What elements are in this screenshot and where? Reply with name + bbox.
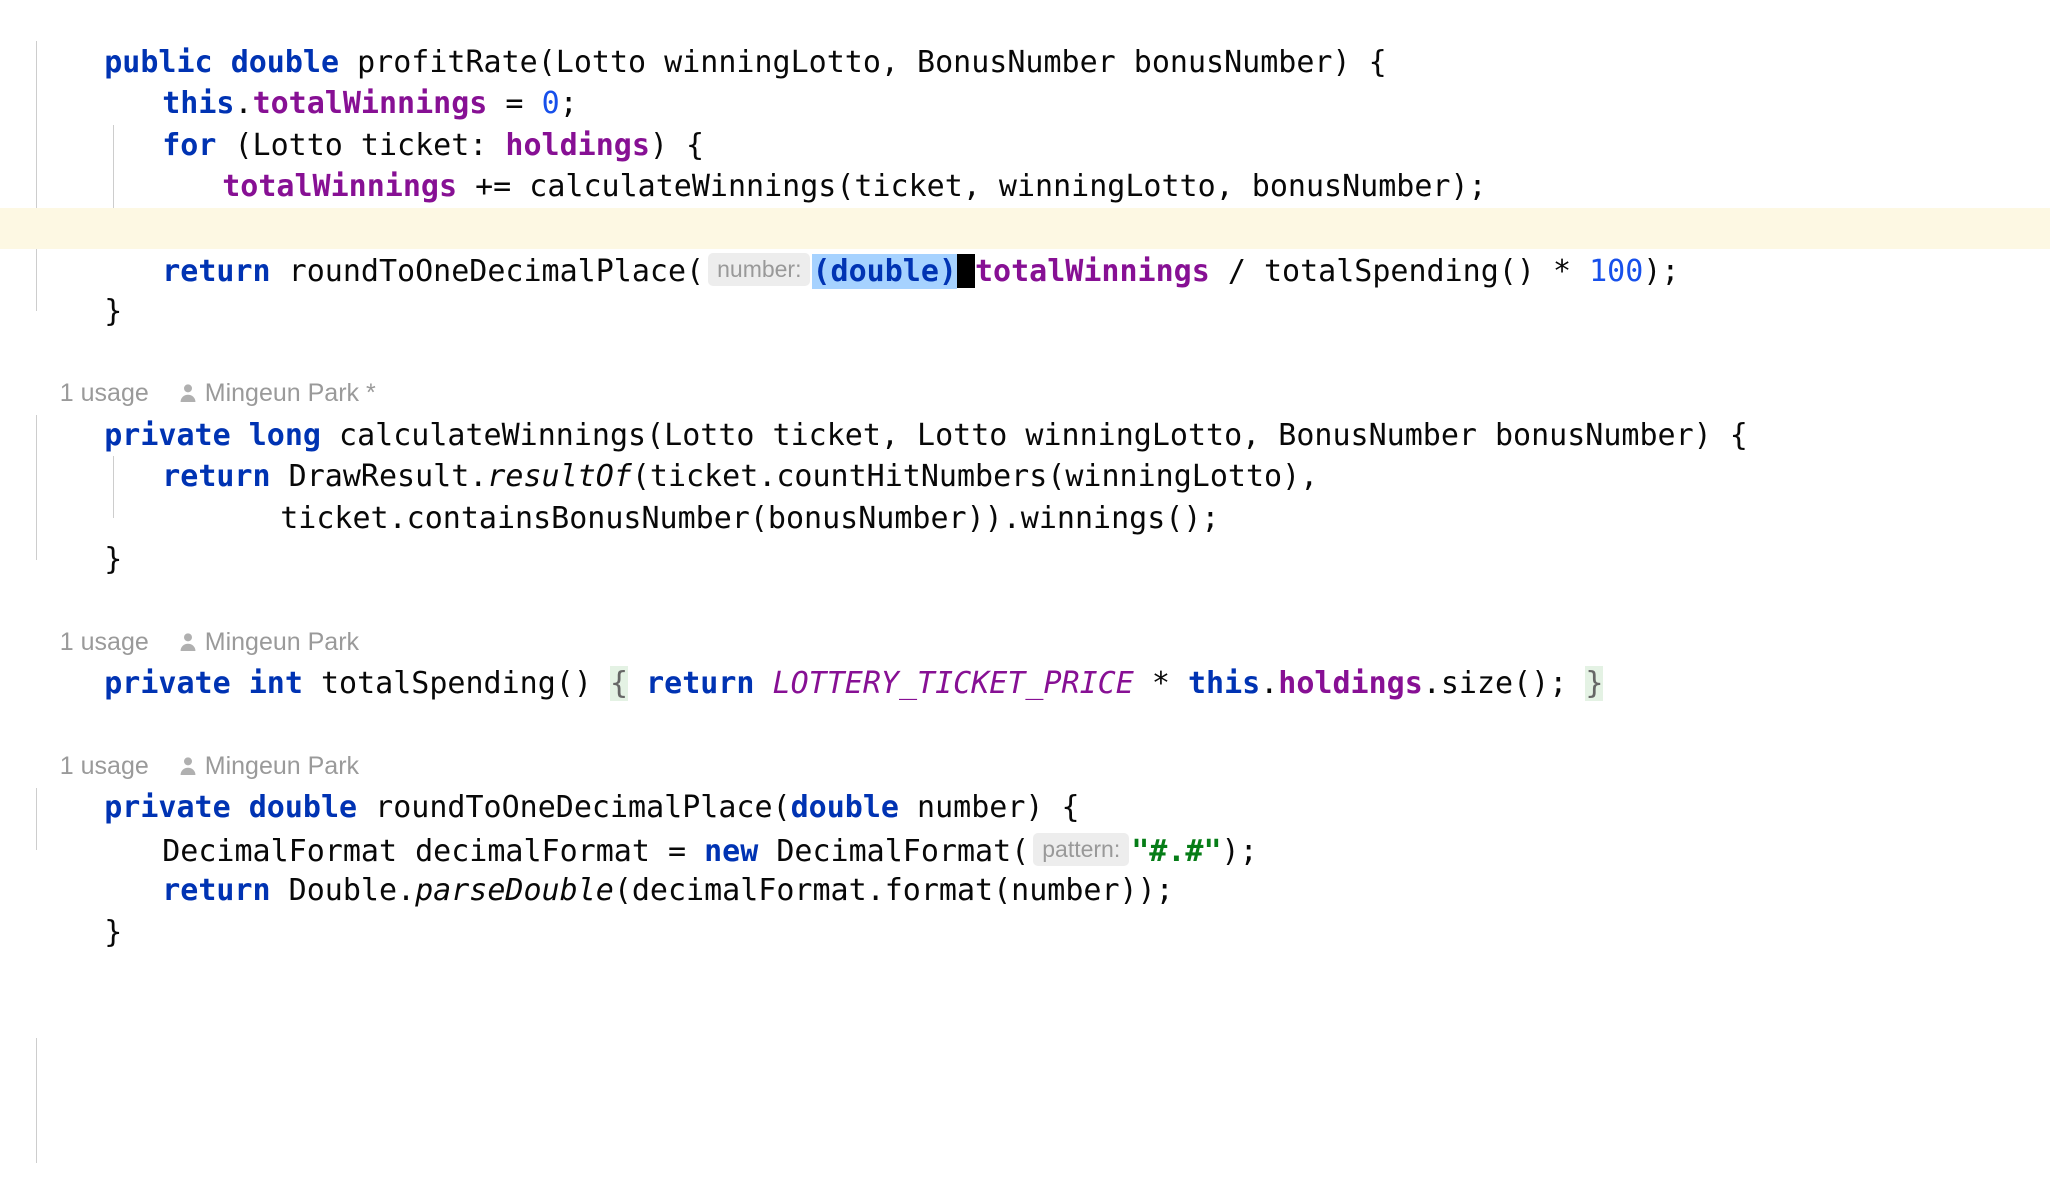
code-vision-calculate-winnings[interactable]: 1 usage Mingeun Park *: [0, 332, 2050, 407]
code-line-for-loop[interactable]: for (Lotto ticket: holdings) {: [0, 83, 2050, 163]
code-line-method-total-spending[interactable]: private int totalSpending() { return LOT…: [0, 622, 2050, 701]
method-name-total-spending: totalSpending(): [302, 666, 610, 701]
keyword-private: private: [104, 666, 231, 701]
closing-brace: }: [104, 914, 123, 950]
keyword-return: return: [646, 666, 755, 701]
code-line-close-for-block[interactable]: }: [0, 166, 2050, 246]
matched-brace-close: }: [1585, 666, 1604, 701]
size-call: .size();: [1422, 666, 1586, 701]
code-line-return-profit-rate[interactable]: return roundToOneDecimalPlace(number: (do…: [0, 207, 2050, 289]
code-line-method-signature-round-to-one-decimal-place[interactable]: private double roundToOneDecimalPlace(do…: [0, 746, 2050, 825]
code-line-close-method-calculate-winnings[interactable]: }: [0, 498, 2050, 577]
code-line-content: }: [72, 912, 122, 954]
code-line-method-signature-profit-rate[interactable]: public double profitRate(Lotto winningLo…: [0, 0, 2050, 80]
code-line-content: }: [72, 539, 122, 581]
field-holdings: holdings: [1278, 666, 1423, 701]
closing-brace: }: [104, 293, 123, 329]
code-vision-total-spending[interactable]: 1 usage Mingeun Park: [0, 581, 2050, 656]
code-line-decimal-format-declaration[interactable]: DecimalFormat decimalFormat = new Decima…: [0, 787, 2050, 869]
dot-operator: .: [1260, 666, 1279, 701]
keyword-this: this: [1187, 666, 1261, 701]
code-line-close-method-round-to-one-decimal-place[interactable]: }: [0, 870, 2050, 950]
keyword-int: int: [248, 666, 303, 701]
indent-guide-level-1: [36, 1038, 37, 1163]
code-editor[interactable]: public double profitRate(Lotto winningLo…: [0, 0, 2050, 1194]
code-line-method-signature-calculate-winnings[interactable]: private long calculateWinnings(Lotto tic…: [0, 373, 2050, 453]
code-line-close-method-profit-rate[interactable]: }: [0, 249, 2050, 329]
code-vision-round-to-one-decimal-place[interactable]: 1 usage Mingeun Park: [0, 705, 2050, 780]
closing-brace: }: [104, 542, 123, 577]
code-line-return-parse-double[interactable]: return Double.parseDouble(decimalFormat.…: [0, 829, 2050, 908]
multiply-operator: *: [1133, 666, 1188, 701]
code-line-content: }: [72, 291, 122, 333]
code-line-content: private int totalSpending() { return LOT…: [72, 663, 1604, 705]
matched-brace-open: {: [609, 666, 629, 701]
code-line-assign-total-winnings[interactable]: this.totalWinnings = 0;: [0, 42, 2050, 121]
code-line-contains-bonus-number[interactable]: ticket.containsBonusNumber(bonusNumber))…: [0, 456, 2050, 536]
code-line-accumulate-winnings[interactable]: totalWinnings += calculateWinnings(ticke…: [0, 125, 2050, 204]
code-line-return-draw-result[interactable]: return DrawResult.resultOf(ticket.countH…: [0, 415, 2050, 494]
constant-lottery-ticket-price: LOTTERY_TICKET_PRICE: [772, 666, 1134, 701]
